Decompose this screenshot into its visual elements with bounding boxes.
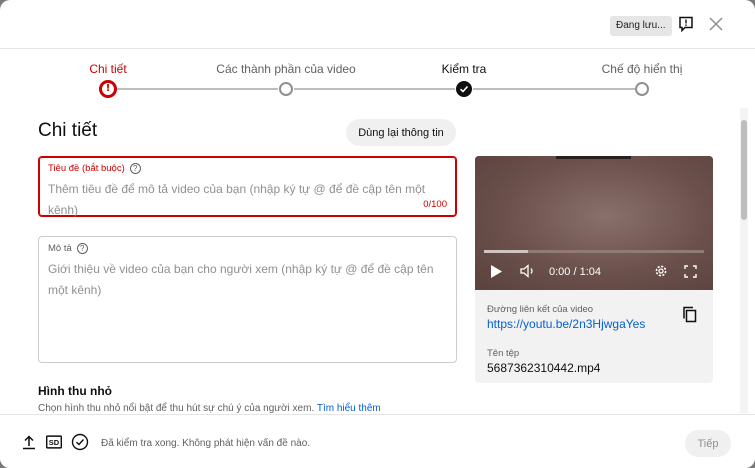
tab-video-elements[interactable]: Các thành phần của video — [216, 62, 355, 76]
copy-icon[interactable] — [682, 306, 700, 324]
sd-badge-text: SD — [48, 437, 60, 447]
help-icon[interactable]: ? — [129, 163, 141, 174]
title-field[interactable]: Tiêu đề (bắt buộc) ? Thêm tiêu đề để mô … — [38, 156, 457, 217]
page-title: Chi tiết — [38, 120, 98, 141]
content-scrollbar[interactable] — [740, 108, 748, 413]
video-link-label: Đường liên kết của video — [487, 304, 594, 315]
thumbnail-section-title: Hình thu nhỏ — [38, 384, 112, 398]
checks-status: Đã kiểm tra xong. Không phát hiện vấn đề… — [101, 438, 311, 449]
dialog-footer: SD Đã kiểm tra xong. Không phát hiện vấn… — [0, 414, 755, 468]
step-pending-icon[interactable] — [635, 82, 649, 96]
sd-icon[interactable]: SD — [46, 434, 62, 450]
step-connector — [294, 88, 455, 90]
play-icon[interactable] — [489, 262, 503, 280]
check-circle-icon[interactable] — [71, 433, 89, 451]
video-time: 0:00 / 1:04 — [549, 266, 601, 278]
video-preview-card: 0:00 / 1:04 Đường liên kết của video htt… — [475, 156, 713, 383]
step-connector — [116, 88, 278, 90]
filename: 5687362310442.mp4 — [487, 361, 601, 375]
step-connector — [473, 88, 635, 90]
filename-label: Tên tệp — [487, 348, 520, 359]
video-player[interactable]: 0:00 / 1:04 — [475, 156, 713, 290]
video-frame-edge — [556, 156, 631, 159]
upload-stepper: Chi tiết Các thành phần của video Kiểm t… — [0, 48, 755, 108]
tab-details[interactable]: Chi tiết — [89, 62, 126, 76]
thumbnail-section-description: Chọn hình thu nhỏ nổi bật để thu hút sự … — [38, 403, 381, 414]
tab-visibility[interactable]: Chế độ hiển thị — [602, 62, 683, 76]
learn-more-link[interactable]: Tìm hiểu thêm — [317, 403, 381, 414]
description-field[interactable]: Mô tả ? Giới thiệu về video của bạn cho … — [38, 236, 457, 363]
feedback-icon[interactable] — [676, 14, 696, 34]
description-input[interactable]: Giới thiệu về video của bạn cho người xe… — [48, 259, 448, 301]
settings-gear-icon[interactable] — [653, 262, 669, 280]
description-field-label-text: Mô tả — [48, 243, 72, 254]
help-icon[interactable]: ? — [76, 243, 88, 254]
upload-dialog: Đang lưu... Chi tiết Các thành phần của … — [0, 0, 755, 468]
video-progress-fill — [484, 250, 528, 253]
title-field-label: Tiêu đề (bắt buộc) ? — [48, 163, 141, 174]
title-char-counter: 0/100 — [423, 199, 447, 210]
checkmark-icon[interactable] — [456, 81, 472, 97]
next-button[interactable]: Tiếp — [685, 430, 731, 457]
description-field-label: Mô tả ? — [48, 243, 88, 254]
error-icon[interactable]: ! — [99, 80, 117, 98]
scrollbar-thumb[interactable] — [741, 120, 747, 220]
close-icon[interactable] — [706, 14, 726, 34]
step-pending-icon[interactable] — [279, 82, 293, 96]
tab-checks[interactable]: Kiểm tra — [442, 62, 487, 76]
video-progress-bar[interactable] — [484, 250, 704, 253]
volume-icon[interactable] — [519, 262, 537, 280]
reuse-details-button[interactable]: Dùng lại thông tin — [346, 119, 456, 146]
fullscreen-icon[interactable] — [682, 262, 698, 280]
upload-icon[interactable] — [21, 434, 37, 450]
video-link[interactable]: https://youtu.be/2n3HjwgaYes — [487, 317, 645, 331]
thumbnail-description-text: Chọn hình thu nhỏ nổi bật để thu hút sự … — [38, 403, 315, 414]
saving-status: Đang lưu... — [610, 16, 672, 36]
title-field-label-text: Tiêu đề (bắt buộc) — [48, 163, 125, 174]
title-input[interactable]: Thêm tiêu đề để mô tả video của bạn (nhậ… — [48, 179, 448, 221]
